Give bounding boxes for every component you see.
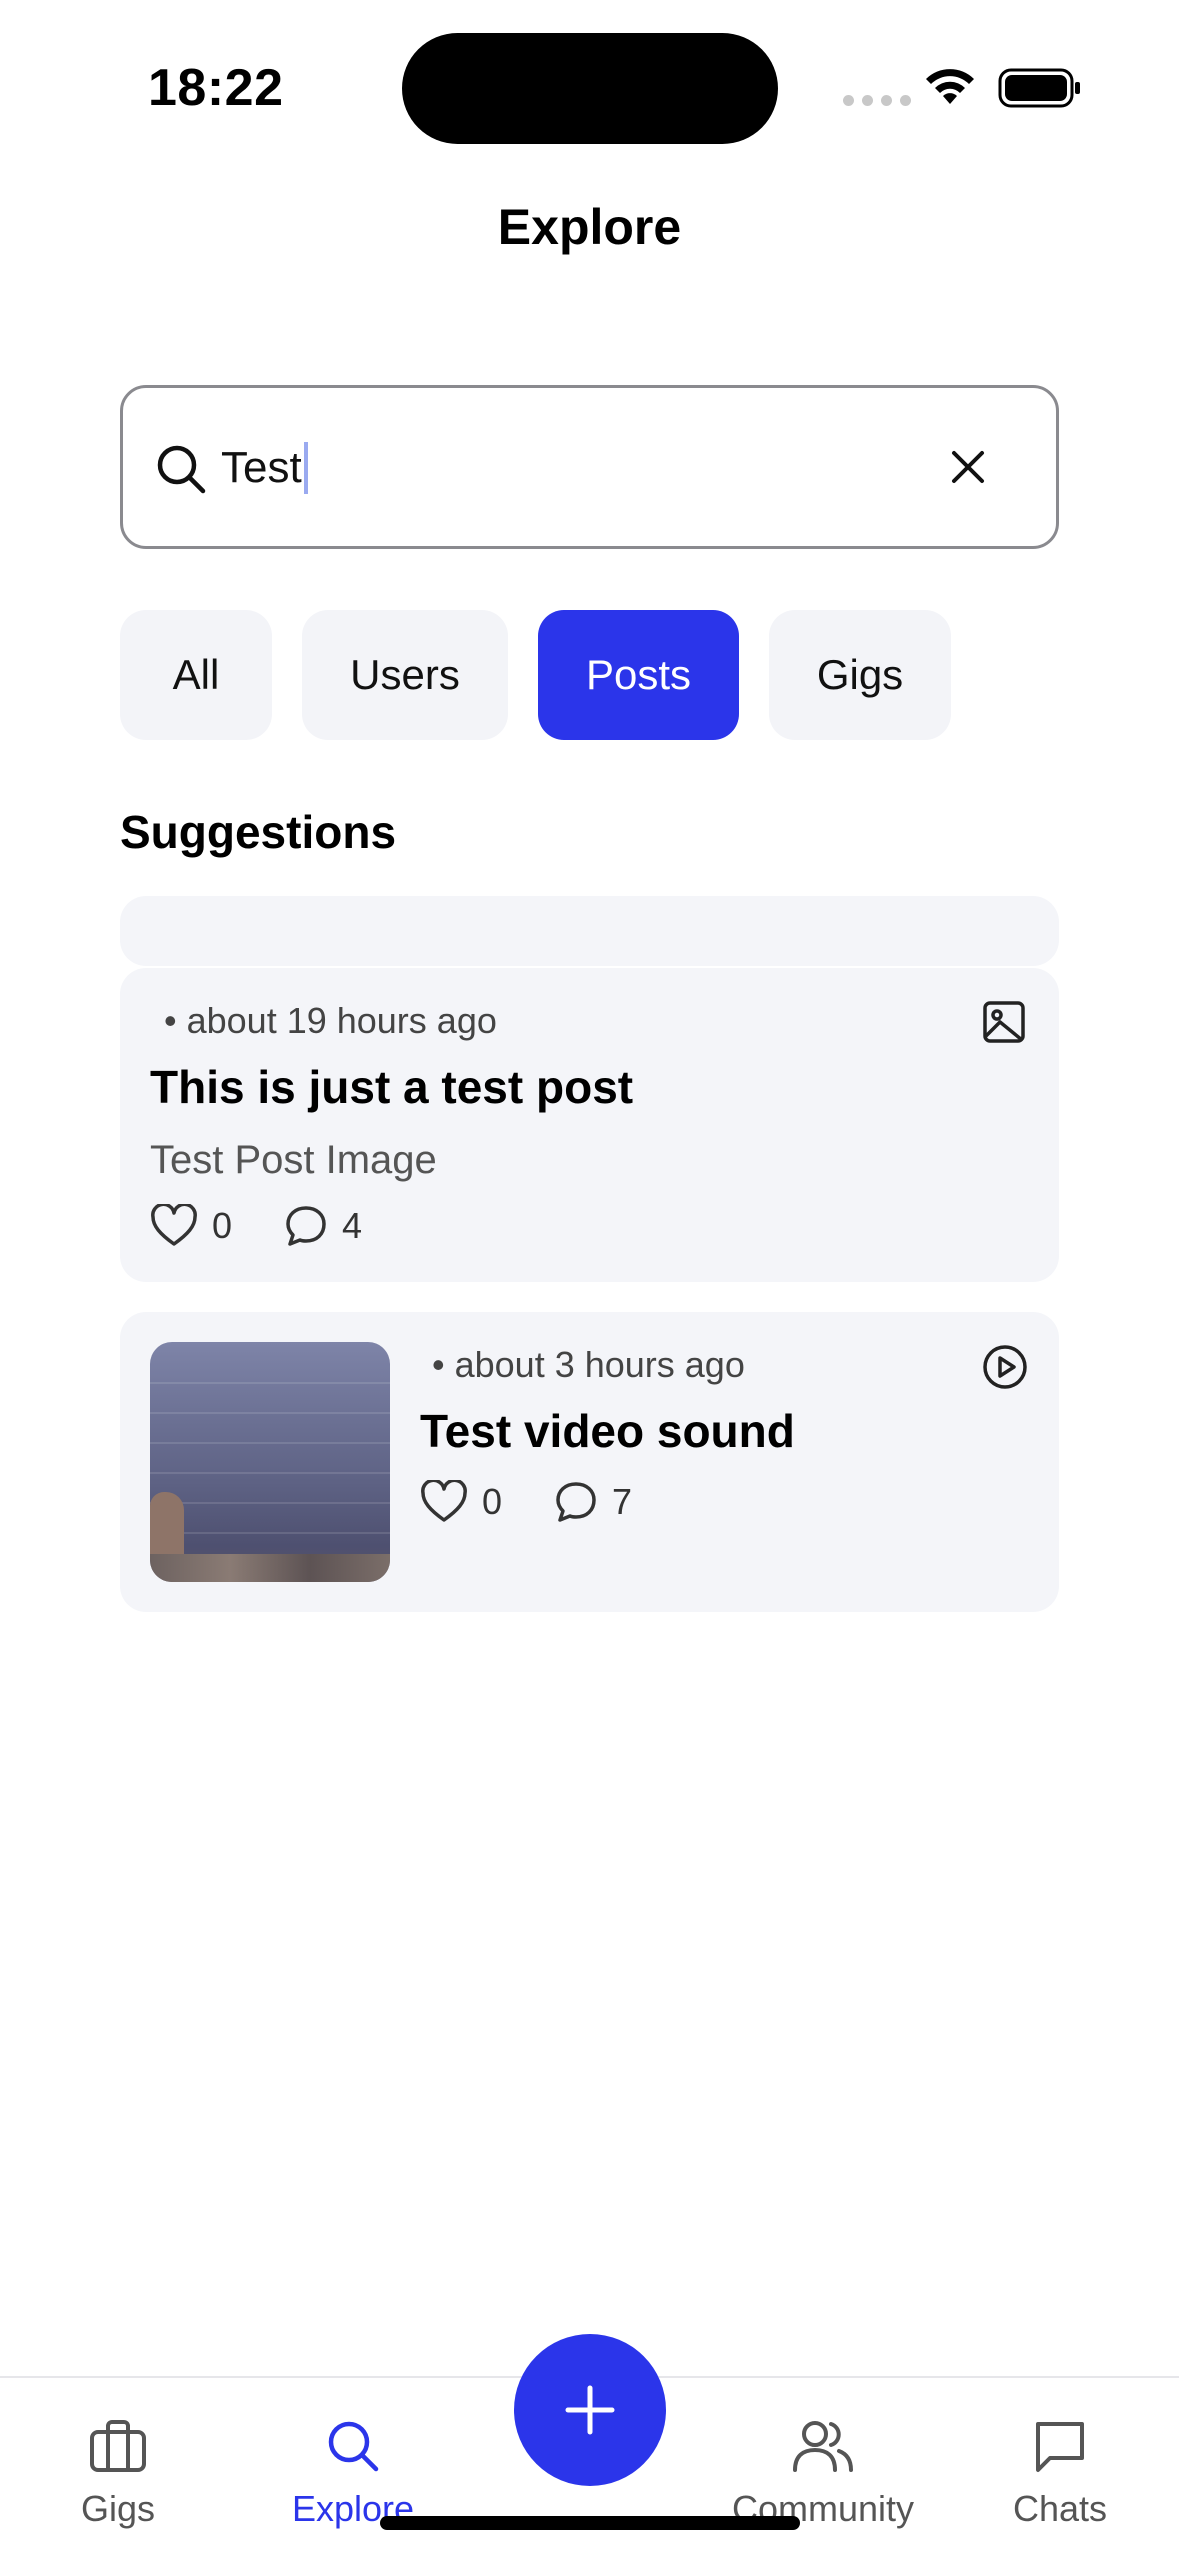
search-bar[interactable]: Test bbox=[120, 385, 1059, 549]
explore-screen: 18:22 Explore Test All Users Posts Gigs … bbox=[0, 0, 1179, 2556]
post-card[interactable]: • about 3 hours ago Test video sound 0 7 bbox=[120, 1312, 1059, 1612]
comment-icon bbox=[286, 1206, 326, 1246]
tab-chats[interactable]: Chats bbox=[960, 2378, 1160, 2556]
comment-count: 7 bbox=[612, 1481, 633, 1522]
search-icon bbox=[328, 2421, 379, 2472]
heart-icon bbox=[151, 1204, 197, 1246]
clear-search-icon[interactable] bbox=[950, 449, 986, 485]
suggestions-heading: Suggestions bbox=[120, 806, 397, 858]
plus-icon bbox=[565, 2385, 615, 2435]
post-card[interactable]: • about 19 hours ago This is just a test… bbox=[120, 968, 1059, 1282]
briefcase-icon bbox=[90, 2420, 146, 2472]
comment-icon bbox=[556, 1482, 596, 1522]
play-circle-icon bbox=[983, 1345, 1027, 1389]
cellular-signal-icon bbox=[843, 95, 911, 106]
post-subtitle: Test Post Image bbox=[150, 1138, 437, 1182]
like-count: 0 bbox=[482, 1481, 503, 1522]
search-input-value: Test bbox=[221, 443, 302, 492]
comment-stat[interactable]: 4 bbox=[284, 1204, 362, 1248]
like-stat[interactable]: 0 bbox=[150, 1204, 232, 1248]
battery-icon bbox=[998, 68, 1080, 108]
dynamic-island bbox=[402, 33, 778, 144]
post-title: Test video sound bbox=[420, 1405, 795, 1457]
tab-label: Gigs bbox=[80, 2488, 156, 2529]
filter-chip-gigs[interactable]: Gigs bbox=[769, 610, 951, 740]
tab-gigs[interactable]: Gigs bbox=[18, 2378, 218, 2556]
heart-icon bbox=[421, 1480, 467, 1522]
like-stat[interactable]: 0 bbox=[420, 1480, 502, 1524]
page-title: Explore bbox=[497, 199, 682, 255]
comment-count: 4 bbox=[342, 1205, 363, 1246]
users-icon bbox=[793, 2421, 853, 2472]
post-timestamp: • about 19 hours ago bbox=[164, 1000, 497, 1041]
filter-chip-all[interactable]: All bbox=[120, 610, 272, 740]
post-title: This is just a test post bbox=[150, 1061, 634, 1113]
like-count: 0 bbox=[212, 1205, 233, 1246]
create-post-button[interactable] bbox=[514, 2334, 666, 2486]
filter-chip-users[interactable]: Users bbox=[302, 610, 508, 740]
chat-icon bbox=[1036, 2422, 1084, 2472]
post-thumbnail bbox=[150, 1342, 390, 1582]
image-icon bbox=[983, 1001, 1025, 1043]
post-timestamp: • about 3 hours ago bbox=[432, 1344, 745, 1385]
text-caret bbox=[303, 442, 308, 494]
search-icon bbox=[157, 445, 206, 494]
suggestion-card-placeholder bbox=[120, 896, 1059, 966]
wifi-icon bbox=[926, 69, 974, 104]
tab-label: Chats bbox=[1012, 2488, 1108, 2529]
status-time: 18:22 bbox=[148, 59, 284, 117]
home-indicator[interactable] bbox=[380, 2516, 800, 2530]
search-input[interactable]: Test bbox=[221, 430, 841, 506]
filter-chip-posts[interactable]: Posts bbox=[538, 610, 739, 740]
comment-stat[interactable]: 7 bbox=[554, 1480, 632, 1524]
